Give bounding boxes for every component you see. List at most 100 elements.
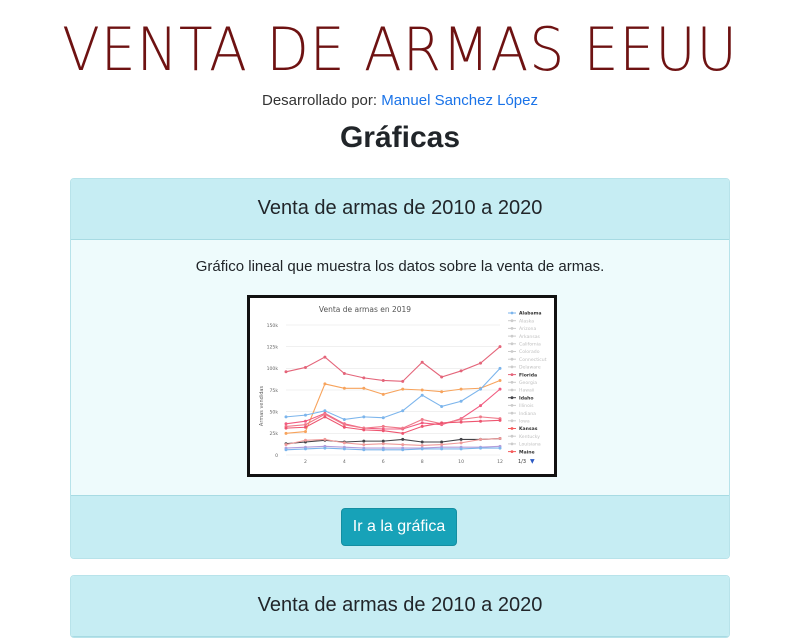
legend-item[interactable]: Idaho bbox=[508, 395, 534, 401]
data-point[interactable] bbox=[303, 413, 307, 417]
series-line[interactable] bbox=[285, 388, 501, 430]
legend-item[interactable]: Alaska bbox=[508, 318, 534, 324]
data-point[interactable] bbox=[323, 446, 327, 450]
data-point[interactable] bbox=[498, 345, 502, 349]
data-point[interactable] bbox=[323, 409, 327, 413]
legend-item[interactable]: Iowa bbox=[508, 419, 530, 425]
author-link[interactable]: Manuel Sanchez López bbox=[381, 92, 538, 109]
data-point[interactable] bbox=[498, 366, 502, 370]
data-point[interactable] bbox=[284, 443, 288, 447]
data-point[interactable] bbox=[323, 415, 327, 419]
data-point[interactable] bbox=[440, 440, 444, 444]
data-point[interactable] bbox=[323, 412, 327, 416]
series-line[interactable] bbox=[285, 346, 501, 382]
data-point[interactable] bbox=[420, 447, 424, 451]
data-point[interactable] bbox=[459, 387, 463, 391]
legend-item[interactable]: Arizona bbox=[508, 326, 536, 332]
data-point[interactable] bbox=[401, 426, 405, 430]
data-point[interactable] bbox=[381, 392, 385, 396]
legend-item[interactable]: Alabama bbox=[508, 311, 542, 317]
data-point[interactable] bbox=[323, 355, 327, 359]
data-point[interactable] bbox=[459, 437, 463, 441]
data-point[interactable] bbox=[362, 439, 366, 443]
data-point[interactable] bbox=[303, 423, 307, 427]
data-point[interactable] bbox=[381, 416, 385, 420]
data-point[interactable] bbox=[303, 438, 307, 442]
data-point[interactable] bbox=[284, 426, 288, 430]
data-point[interactable] bbox=[401, 379, 405, 383]
data-point[interactable] bbox=[459, 447, 463, 451]
data-point[interactable] bbox=[479, 446, 483, 450]
data-point[interactable] bbox=[440, 404, 444, 408]
data-point[interactable] bbox=[479, 404, 483, 408]
data-point[interactable] bbox=[401, 443, 405, 447]
data-point[interactable] bbox=[440, 447, 444, 451]
data-point[interactable] bbox=[381, 424, 385, 428]
data-point[interactable] bbox=[479, 415, 483, 419]
data-point[interactable] bbox=[459, 420, 463, 424]
data-point[interactable] bbox=[362, 443, 366, 447]
data-point[interactable] bbox=[381, 442, 385, 446]
legend-item[interactable]: Arkansas bbox=[508, 334, 541, 340]
data-point[interactable] bbox=[401, 448, 405, 452]
data-point[interactable] bbox=[479, 419, 483, 423]
data-point[interactable] bbox=[303, 447, 307, 451]
data-point[interactable] bbox=[440, 443, 444, 447]
legend-item[interactable]: Florida bbox=[508, 372, 537, 378]
data-point[interactable] bbox=[459, 399, 463, 403]
data-point[interactable] bbox=[420, 360, 424, 364]
data-point[interactable] bbox=[303, 419, 307, 423]
open-chart-button[interactable]: Ir a la gráfica bbox=[341, 508, 457, 546]
data-point[interactable] bbox=[420, 424, 424, 428]
data-point[interactable] bbox=[284, 431, 288, 435]
legend-item[interactable]: Georgia bbox=[508, 380, 537, 386]
data-point[interactable] bbox=[498, 437, 502, 441]
legend-item[interactable]: Connecticut bbox=[508, 357, 547, 363]
data-point[interactable] bbox=[401, 437, 405, 441]
data-point[interactable] bbox=[342, 425, 346, 429]
legend-item[interactable]: Kentucky bbox=[508, 434, 540, 440]
data-point[interactable] bbox=[420, 443, 424, 447]
data-point[interactable] bbox=[420, 440, 424, 444]
data-point[interactable] bbox=[284, 448, 288, 452]
data-point[interactable] bbox=[459, 441, 463, 445]
legend-item[interactable]: Delaware bbox=[508, 365, 541, 371]
data-point[interactable] bbox=[381, 429, 385, 433]
legend-item[interactable]: Indiana bbox=[508, 411, 536, 417]
data-point[interactable] bbox=[459, 369, 463, 373]
data-point[interactable] bbox=[401, 431, 405, 435]
data-point[interactable] bbox=[420, 388, 424, 392]
data-point[interactable] bbox=[323, 437, 327, 441]
legend-item[interactable]: Hawaii bbox=[508, 388, 534, 394]
data-point[interactable] bbox=[479, 437, 483, 441]
data-point[interactable] bbox=[362, 376, 366, 380]
legend-item[interactable]: California bbox=[508, 342, 541, 348]
data-point[interactable] bbox=[342, 447, 346, 451]
data-point[interactable] bbox=[459, 417, 463, 421]
data-point[interactable] bbox=[362, 448, 366, 452]
data-point[interactable] bbox=[362, 386, 366, 390]
legend-item[interactable]: Kansas bbox=[508, 426, 538, 432]
legend-item[interactable]: Maine bbox=[508, 449, 535, 455]
data-point[interactable] bbox=[381, 378, 385, 382]
legend-pager[interactable]: 1/3 bbox=[518, 459, 526, 465]
data-point[interactable] bbox=[420, 421, 424, 425]
data-point[interactable] bbox=[381, 439, 385, 443]
series-line[interactable] bbox=[285, 379, 501, 434]
data-point[interactable] bbox=[342, 441, 346, 445]
data-point[interactable] bbox=[362, 415, 366, 419]
legend-next-icon[interactable]: ▼ bbox=[530, 458, 535, 465]
data-point[interactable] bbox=[381, 448, 385, 452]
data-point[interactable] bbox=[362, 428, 366, 432]
data-point[interactable] bbox=[342, 417, 346, 421]
series-line[interactable] bbox=[285, 416, 501, 434]
data-point[interactable] bbox=[401, 387, 405, 391]
data-point[interactable] bbox=[342, 372, 346, 376]
series-line[interactable] bbox=[285, 445, 501, 449]
data-point[interactable] bbox=[401, 409, 405, 413]
data-point[interactable] bbox=[284, 415, 288, 419]
data-point[interactable] bbox=[284, 422, 288, 426]
data-point[interactable] bbox=[284, 370, 288, 374]
data-point[interactable] bbox=[303, 430, 307, 434]
data-point[interactable] bbox=[498, 446, 502, 450]
